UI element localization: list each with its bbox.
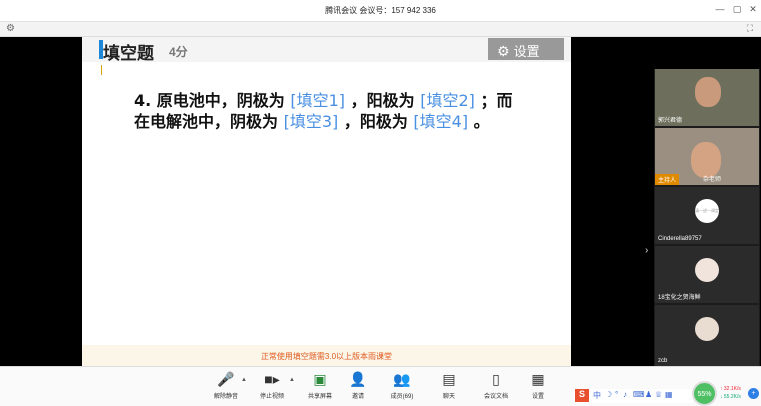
punctuation-icon[interactable]: ° [615,390,618,399]
text-cursor [101,65,102,75]
members-label: 成员(69) [390,394,414,400]
system-tray: S 中 ☽ ° ♪ ⌨ ♟ ♕ ▦ [573,389,693,403]
chat-button[interactable]: ▤ 聊天 [427,371,471,400]
question-fragment: 。 [468,112,490,131]
invite-icon: 👤 [349,371,367,387]
question-text: 4. 原电池中，阴极为 [填空1] ，阳极为 [填空2] ；而在电解池中，阴极为… [134,90,524,132]
download-speed: 55.2K/s [723,394,741,400]
network-speed: ↑ 32.1K/s ↓ 55.2K/s [720,385,741,401]
user-icon[interactable]: ♟ [645,390,652,399]
members-button[interactable]: 👥 成员(69) [380,371,424,400]
shirt-icon[interactable]: ♕ [655,390,662,399]
stop-video-button[interactable]: ■▸ 停止视频 [250,371,294,400]
participant-name: zcb [658,358,668,364]
host-badge: 主持人 [655,174,680,185]
version-notice: 正常使用填空题需3.0以上版本雨课堂 [82,345,571,366]
participant-tile[interactable]: 郭兴君德 [655,69,759,126]
blank-placeholder[interactable]: [填空4] [413,112,468,131]
upload-speed: 32.1K/s [723,386,741,392]
keyboard-icon[interactable]: ⌨ [633,390,645,399]
settings-label: 设置 [531,394,544,400]
fullscreen-icon[interactable]: ⛶ [747,23,753,34]
blank-placeholder[interactable]: [填空3] [284,112,339,131]
question-fragment: ，阳极为 [338,112,414,131]
microphone-icon[interactable]: ♪ [623,390,627,399]
gear-icon[interactable]: ⚙ [6,23,15,34]
participant-video [691,142,721,178]
chevron-right-icon[interactable]: › [645,245,648,256]
slide-settings-button[interactable]: ⚙ 设置 [488,38,564,60]
avatar: 请一进一调定 [695,199,719,223]
invite-button[interactable]: 👤 邀请 [336,371,380,400]
window-title-bar: 腾讯会议 会议号：157 942 336 — ▢ ✕ [0,0,761,22]
window-title: 腾讯会议 会议号：157 942 336 [325,6,436,15]
settings-icon: ▦ [531,371,545,387]
members-icon: 👥 [393,371,411,387]
blank-placeholder[interactable]: [填空2] [420,91,475,110]
avatar [695,317,719,341]
slide-header: 填空题 4分 ⚙ 设置 [82,37,571,64]
participant-video [695,77,721,107]
moon-icon[interactable]: ☽ [605,390,612,399]
question-number: 4. [134,91,152,110]
stop-video-label: 停止视频 [259,394,284,400]
question-body: 原电池中，阴极为 [填空1] ，阳极为 [填空2] ；而在电解池中，阴极为 [填… [134,91,512,131]
gear-icon: ⚙ [497,43,510,59]
chat-label: 聊天 [442,394,455,400]
close-button[interactable]: ✕ [747,4,759,15]
plus-icon[interactable]: + [748,388,759,399]
question-fragment: ，阳极为 [345,91,421,110]
blank-placeholder[interactable]: [填空1] [290,91,345,110]
question-score: 4分 [169,45,188,59]
avatar [695,258,719,282]
participant-name: Cinderella89757 [658,236,702,242]
shared-screen-stage: 填空题 4分 ⚙ 设置 4. 原电池中，阴极为 [填空1] ，阳极为 [填空2] … [0,37,761,366]
grid-icon[interactable]: ▦ [665,390,673,399]
documents-label: 会议文档 [483,394,508,400]
unmute-button[interactable]: 🎤 解除静音 [204,371,248,400]
shared-slide: 填空题 4分 ⚙ 设置 4. 原电池中，阴极为 [填空1] ，阳极为 [填空2] … [82,37,571,366]
participant-name: 杂老师 [703,177,722,183]
chinese-mode-icon[interactable]: 中 [593,390,601,401]
chevron-up-icon[interactable]: ▲ [288,377,296,383]
participant-tile[interactable]: 请一进一调定 Cinderella89757 [655,187,759,244]
documents-button[interactable]: ▯ 会议文档 [474,371,518,400]
slide-settings-label: 设置 [513,44,540,59]
participant-tile[interactable]: zcb [655,305,759,366]
minimize-button[interactable]: — [714,4,726,14]
question-type-heading: 填空题 [103,44,154,64]
network-indicator[interactable]: 55% [692,381,717,406]
participant-name: 郭兴君德 [658,118,683,124]
participant-tile[interactable]: 主持人 杂老师 [655,128,759,185]
meeting-subbar: ⚙ ⛶ [0,22,761,37]
unmute-label: 解除静音 [213,394,238,400]
question-fragment: 原电池中，阴极为 [156,91,291,110]
chevron-up-icon[interactable]: ▲ [240,377,248,383]
participant-tile[interactable]: 18宝化之贺海鲜 [655,246,759,303]
ime-icon[interactable]: S [575,389,589,402]
participant-panel: 郭兴君德 主持人 杂老师 请一进一调定 Cinderella89757 18宝化… [654,69,760,366]
participant-name: 18宝化之贺海鲜 [658,295,701,301]
document-icon: ▯ [492,371,500,387]
settings-button[interactable]: ▦ 设置 [516,371,560,400]
invite-label: 邀请 [351,394,364,400]
maximize-button[interactable]: ▢ [731,4,743,15]
chat-icon: ▤ [442,371,456,387]
